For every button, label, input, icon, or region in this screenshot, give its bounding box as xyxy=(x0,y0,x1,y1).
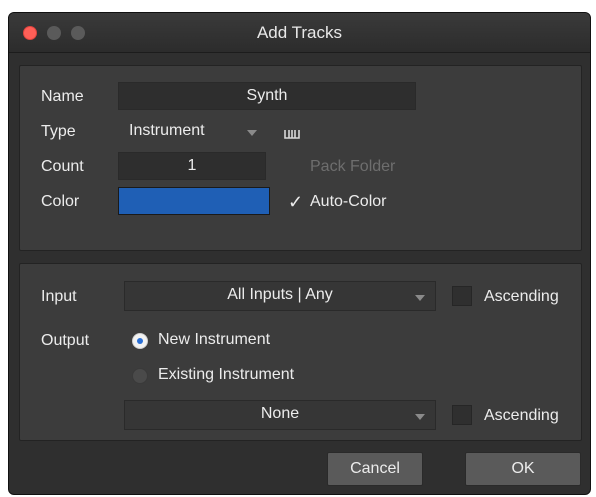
piano-keyboard-icon xyxy=(284,126,300,144)
auto-color-label[interactable]: Auto-Color xyxy=(310,193,386,211)
input-label: Input xyxy=(41,288,77,305)
color-label: Color xyxy=(41,193,80,210)
ok-button[interactable]: OK xyxy=(465,452,581,486)
existing-instrument-dropdown[interactable]: None xyxy=(124,400,436,430)
existing-instrument-dropdown-value: None xyxy=(260,405,300,422)
type-dropdown-value: Instrument xyxy=(129,122,205,139)
chevron-down-icon xyxy=(247,130,257,136)
add-tracks-dialog: Add Tracks Name Synth Type Instrument Co… xyxy=(8,12,591,495)
input-ascending-label: Ascending xyxy=(484,288,559,305)
existing-instrument-label[interactable]: Existing Instrument xyxy=(158,366,294,384)
input-dropdown[interactable]: All Inputs | Any xyxy=(124,281,436,311)
count-input[interactable]: 1 xyxy=(118,152,266,180)
routing-panel: Input All Inputs | Any Ascending Output … xyxy=(19,263,582,441)
type-dropdown[interactable]: Instrument xyxy=(118,117,266,145)
chevron-down-icon xyxy=(415,414,425,420)
type-label: Type xyxy=(41,123,76,140)
input-ascending-checkbox[interactable] xyxy=(452,286,472,306)
name-input[interactable]: Synth xyxy=(118,82,416,110)
output-ascending-checkbox[interactable] xyxy=(452,405,472,425)
output-ascending-label: Ascending xyxy=(484,407,559,424)
window-title: Add Tracks xyxy=(256,23,343,42)
pack-folder-option[interactable]: Pack Folder xyxy=(310,158,395,176)
color-swatch[interactable] xyxy=(118,187,270,215)
name-label: Name xyxy=(41,88,84,105)
title-bar: Add Tracks xyxy=(9,13,590,53)
new-instrument-radio[interactable] xyxy=(132,333,148,349)
track-settings-panel: Name Synth Type Instrument Count 1 Pack … xyxy=(19,65,582,251)
chevron-down-icon xyxy=(415,295,425,301)
existing-instrument-radio[interactable] xyxy=(132,368,148,384)
cancel-button[interactable]: Cancel xyxy=(327,452,423,486)
input-dropdown-value: All Inputs | Any xyxy=(227,286,333,303)
new-instrument-label[interactable]: New Instrument xyxy=(158,331,270,349)
count-label: Count xyxy=(41,158,84,175)
output-label: Output xyxy=(41,332,90,349)
checkmark-icon[interactable]: ✓ xyxy=(288,192,303,213)
